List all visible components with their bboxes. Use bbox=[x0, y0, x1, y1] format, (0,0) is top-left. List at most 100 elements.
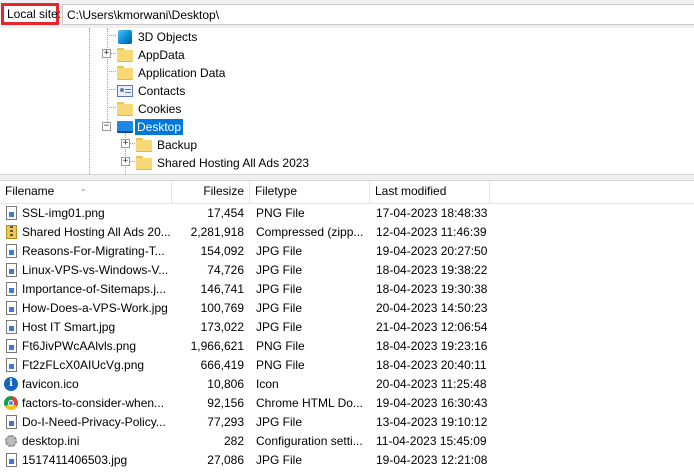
tree-item-label-selected: Desktop bbox=[135, 119, 184, 135]
file-name: Shared Hosting All Ads 20... bbox=[22, 225, 170, 239]
file-row[interactable]: Reasons-For-Migrating-T... 154,092 JPG Fil… bbox=[0, 242, 694, 261]
file-row[interactable]: i favicon.ico 10,806 Icon 20-04-2023 11:25:4… bbox=[0, 375, 694, 394]
tree-item-shared-hosting-all-ads-2023[interactable]: + Shared Hosting All Ads 2023 bbox=[0, 154, 340, 172]
file-type: PNG File bbox=[256, 339, 305, 353]
file-modified: 18-04-2023 19:30:38 bbox=[376, 282, 488, 296]
file-row[interactable]: Importance-of-Sitemaps.j... 146,741 JPG Fi… bbox=[0, 280, 694, 299]
file-type: JPG File bbox=[256, 282, 303, 296]
file-row[interactable]: Linux-VPS-vs-Windows-V... 74,726 JPG File 1… bbox=[0, 261, 694, 280]
file-type: Configuration setti... bbox=[256, 434, 363, 448]
column-header-filename[interactable]: Filename ⌄ bbox=[0, 181, 172, 203]
file-size: 74,726 bbox=[207, 263, 244, 277]
file-name: SSL-img01.png bbox=[22, 206, 105, 220]
file-name: Importance-of-Sitemaps.j... bbox=[22, 282, 167, 296]
chrome-icon bbox=[4, 396, 18, 410]
zip-file-icon bbox=[6, 225, 17, 239]
file-type: JPG File bbox=[256, 453, 303, 467]
expand-icon[interactable]: + bbox=[102, 49, 111, 58]
file-name: 1517411406503.jpg bbox=[22, 453, 128, 467]
folder-icon bbox=[117, 48, 133, 62]
file-size: 92,156 bbox=[207, 396, 244, 410]
file-modified: 19-04-2023 12:21:08 bbox=[376, 453, 488, 467]
file-size: 77,293 bbox=[207, 415, 244, 429]
tree-item-label: Contacts bbox=[138, 84, 186, 98]
file-size: 173,022 bbox=[200, 320, 244, 334]
image-file-icon bbox=[6, 206, 17, 220]
file-list[interactable]: Filename ⌄ Filesize Filetype Last modifi… bbox=[0, 181, 694, 473]
folder-icon bbox=[117, 66, 133, 80]
tree-item-application-data[interactable]: Application Data bbox=[0, 64, 300, 82]
file-row[interactable]: How-Does-a-VPS-Work.jpg 100,769 JPG File 20… bbox=[0, 299, 694, 318]
file-type: PNG File bbox=[256, 206, 305, 220]
file-modified: 13-04-2023 19:10:12 bbox=[376, 415, 488, 429]
file-name: desktop.ini bbox=[22, 434, 80, 448]
image-file-icon bbox=[6, 282, 17, 296]
column-header-filetype[interactable]: Filetype bbox=[250, 181, 370, 203]
tree-item-appdata[interactable]: + AppData bbox=[0, 46, 300, 64]
tree-item-label: Shared Hosting All Ads 2023 bbox=[157, 156, 310, 170]
file-type: PNG File bbox=[256, 358, 305, 372]
file-size: 1,966,621 bbox=[190, 339, 244, 353]
tree-item-cookies[interactable]: Cookies bbox=[0, 100, 300, 118]
file-name: How-Does-a-VPS-Work.jpg bbox=[22, 301, 168, 315]
column-header-filesize[interactable]: Filesize bbox=[172, 181, 250, 203]
file-row[interactable]: factors-to-consider-when... 92,156 Chrome … bbox=[0, 394, 694, 413]
expand-icon[interactable]: + bbox=[121, 139, 130, 148]
file-size: 100,769 bbox=[200, 301, 244, 315]
sort-ascending-icon: ⌄ bbox=[80, 184, 87, 193]
folder-icon bbox=[136, 156, 152, 170]
tree-item-contacts[interactable]: Contacts bbox=[0, 82, 300, 100]
file-type: Chrome HTML Do... bbox=[256, 396, 363, 410]
tree-item-desktop[interactable]: − Desktop bbox=[0, 118, 300, 136]
ico-file-icon: i bbox=[4, 377, 18, 391]
tree-item-label: Backup bbox=[157, 138, 198, 152]
image-file-icon bbox=[6, 453, 17, 467]
directory-tree[interactable]: 3D Objects + AppData Application Data Co… bbox=[0, 28, 694, 174]
file-modified: 12-04-2023 11:46:39 bbox=[376, 225, 487, 239]
image-file-icon bbox=[6, 263, 17, 277]
file-row[interactable]: desktop.ini 282 Configuration setti... 11-0… bbox=[0, 432, 694, 451]
tree-item-label: Cookies bbox=[138, 102, 182, 116]
file-size: 10,806 bbox=[207, 377, 244, 391]
file-name: favicon.ico bbox=[22, 377, 79, 391]
file-row[interactable]: Host IT Smart.jpg 173,022 JPG File 21-04-20… bbox=[0, 318, 694, 337]
column-header-label: Last modified bbox=[375, 184, 447, 198]
file-type: JPG File bbox=[256, 320, 303, 334]
column-header-last-modified[interactable]: Last modified bbox=[370, 181, 490, 203]
file-row[interactable]: SSL-img01.png 17,454 PNG File 17-04-2023 18… bbox=[0, 204, 694, 223]
file-name: Reasons-For-Migrating-T... bbox=[22, 244, 165, 258]
file-modified: 21-04-2023 12:06:54 bbox=[376, 320, 488, 334]
file-name: factors-to-consider-when... bbox=[22, 396, 165, 410]
file-name: Ft6JivPWcAAlvls.png bbox=[22, 339, 137, 353]
local-site-bar: Local site: bbox=[0, 0, 694, 28]
local-site-path-input[interactable] bbox=[62, 4, 694, 25]
file-size: 2,281,918 bbox=[190, 225, 244, 239]
image-file-icon bbox=[6, 244, 17, 258]
file-row[interactable]: Ft6JivPWcAAlvls.png 1,966,621 PNG File 18-0… bbox=[0, 337, 694, 356]
collapse-icon[interactable]: − bbox=[102, 122, 111, 131]
desktop-icon bbox=[117, 121, 133, 133]
expand-icon[interactable]: + bbox=[121, 157, 130, 166]
file-size: 666,419 bbox=[200, 358, 244, 372]
column-header-label: Filename bbox=[5, 184, 55, 198]
file-size: 154,092 bbox=[200, 244, 244, 258]
file-row[interactable]: 1517411406503.jpg 27,086 JPG File 19-04-202… bbox=[0, 451, 694, 470]
folder-icon bbox=[117, 102, 133, 116]
file-modified: 18-04-2023 19:38:22 bbox=[376, 263, 488, 277]
file-row[interactable]: Do-I-Need-Privacy-Policy... 77,293 JPG Fil… bbox=[0, 413, 694, 432]
image-file-icon bbox=[6, 339, 17, 353]
file-size: 282 bbox=[223, 434, 244, 448]
file-row[interactable]: Ft2zFLcX0AIUcVg.png 666,419 PNG File 18-04-… bbox=[0, 356, 694, 375]
tree-item-label: AppData bbox=[138, 48, 185, 62]
settings-file-icon bbox=[5, 435, 17, 447]
image-file-icon bbox=[6, 301, 17, 315]
tree-item-backup[interactable]: + Backup bbox=[0, 136, 300, 154]
tree-item-3d-objects[interactable]: 3D Objects bbox=[0, 28, 300, 46]
file-type: JPG File bbox=[256, 301, 303, 315]
pane-splitter[interactable] bbox=[0, 174, 694, 181]
image-file-icon bbox=[6, 320, 17, 334]
tree-item-label: Application Data bbox=[138, 66, 226, 80]
column-header-label: Filetype bbox=[255, 184, 298, 198]
file-row[interactable]: Shared Hosting All Ads 20... 2,281,918 Com… bbox=[0, 223, 694, 242]
file-type: Icon bbox=[256, 377, 279, 391]
